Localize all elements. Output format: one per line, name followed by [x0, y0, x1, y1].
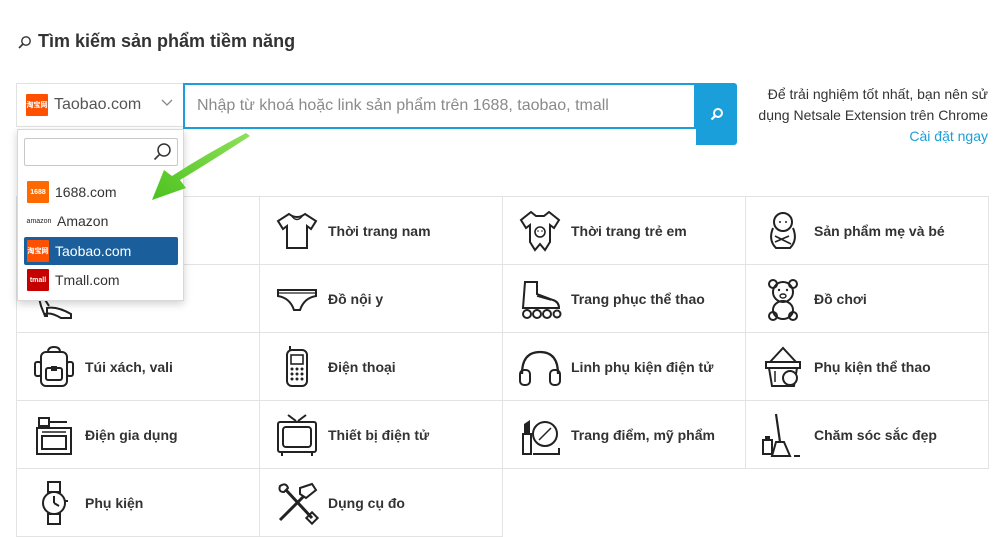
- category-label: Điện thoại: [328, 358, 396, 375]
- category-label: Thời trang trẻ em: [571, 222, 687, 239]
- category-sports-accessories[interactable]: Phụ kiện thể thao: [745, 332, 989, 401]
- tools-icon: [274, 480, 320, 526]
- category-label: Trang điểm, mỹ phẩm: [571, 426, 715, 443]
- category-label: Dụng cụ đo: [328, 494, 405, 511]
- category-beauty-care[interactable]: Chăm sóc sắc đẹp: [745, 400, 989, 469]
- category-sportswear[interactable]: Trang phục thể thao: [502, 264, 746, 333]
- category-accessories[interactable]: Phụ kiện: [16, 468, 260, 537]
- page-title: Tìm kiếm sản phẩm tiềm năng: [18, 31, 295, 52]
- search-input[interactable]: [185, 85, 694, 127]
- cleaning-icon: [760, 412, 806, 458]
- category-electronic-devices[interactable]: Thiết bị điện tử: [259, 400, 503, 469]
- underwear-icon: [274, 276, 320, 322]
- category-phones[interactable]: Điện thoại: [259, 332, 503, 401]
- category-label: Phụ kiện thể thao: [814, 358, 931, 375]
- stove-icon: [31, 412, 77, 458]
- option-label: Amazon: [57, 213, 109, 229]
- category-label: Chăm sóc sắc đẹp: [814, 426, 937, 443]
- category-toys[interactable]: Đồ chơi: [745, 264, 989, 333]
- baby-clothes-icon: [517, 208, 563, 254]
- dropdown-option-tmall[interactable]: tmall Tmall.com: [24, 266, 178, 294]
- category-label: Điện gia dụng: [85, 426, 178, 443]
- dropdown-option-taobao[interactable]: 淘宝网 Taobao.com: [24, 237, 178, 265]
- phone-icon: [274, 344, 320, 390]
- green-arrow-icon: [152, 133, 250, 200]
- category-home-appliances[interactable]: Điện gia dụng: [16, 400, 260, 469]
- page-title-text: Tìm kiếm sản phẩm tiềm năng: [38, 31, 296, 51]
- category-bags[interactable]: Túi xách, vali: [16, 332, 260, 401]
- category-label: Thời trang nam: [328, 222, 431, 239]
- category-electronics-accessories[interactable]: Linh phụ kiện điện tử: [502, 332, 746, 401]
- category-label: Linh phụ kiện điện tử: [571, 358, 714, 375]
- category-measuring-tools[interactable]: Dụng cụ đo: [259, 468, 503, 537]
- search-button[interactable]: [696, 83, 737, 145]
- headphones-icon: [517, 344, 563, 390]
- search-icon: [18, 35, 31, 49]
- category-label: Phụ kiện: [85, 494, 144, 511]
- source-select-value: Taobao.com: [54, 96, 142, 113]
- backpack-icon: [31, 344, 77, 390]
- category-label: Túi xách, vali: [85, 358, 173, 375]
- caret-down-icon: [161, 99, 173, 106]
- category-mom-baby[interactable]: Sản phẩm mẹ và bé: [745, 196, 989, 265]
- roller-skate-icon: [517, 276, 563, 322]
- category-label: Đồ nội y: [328, 290, 384, 307]
- category-men-fashion[interactable]: Thời trang nam: [259, 196, 503, 265]
- category-label: Thiết bị điện tử: [328, 426, 430, 443]
- watch-icon: [31, 480, 77, 526]
- search-icon: [710, 108, 723, 121]
- extension-note: Để trải nghiệm tốt nhất, bạn nên sử dụng…: [745, 84, 988, 147]
- category-makeup[interactable]: Trang điểm, mỹ phẩm: [502, 400, 746, 469]
- option-label: Tmall.com: [55, 272, 120, 288]
- search-field[interactable]: [183, 83, 696, 129]
- tv-icon: [274, 412, 320, 458]
- category-underwear[interactable]: Đồ nội y: [259, 264, 503, 333]
- teddy-bear-icon: [760, 276, 806, 322]
- taobao-logo-icon: 淘宝网: [26, 94, 48, 116]
- install-link[interactable]: Cài đặt ngay: [909, 128, 988, 144]
- category-kids-fashion[interactable]: Thời trang trẻ em: [502, 196, 746, 265]
- category-label: Trang phục thể thao: [571, 290, 705, 307]
- option-label: Taobao.com: [55, 243, 132, 259]
- extension-note-text: Để trải nghiệm tốt nhất, bạn nên sử dụng…: [758, 86, 988, 123]
- category-label: Sản phẩm mẹ và bé: [814, 222, 945, 239]
- sports-basket-icon: [760, 344, 806, 390]
- dropdown-option-amazon[interactable]: amazon Amazon: [24, 207, 178, 235]
- tshirt-icon: [274, 208, 320, 254]
- makeup-icon: [517, 412, 563, 458]
- taobao-logo-icon: 淘宝网: [27, 240, 49, 262]
- amazon-logo-icon: amazon: [26, 217, 52, 225]
- tmall-logo-icon: tmall: [27, 269, 49, 291]
- option-label: 1688.com: [55, 184, 117, 200]
- 1688-logo-icon: 1688: [27, 181, 49, 203]
- source-select[interactable]: 淘宝网 Taobao.com: [16, 83, 183, 127]
- dropdown-search-input[interactable]: [25, 139, 153, 163]
- category-label: Đồ chơi: [814, 290, 867, 307]
- baby-icon: [760, 208, 806, 254]
